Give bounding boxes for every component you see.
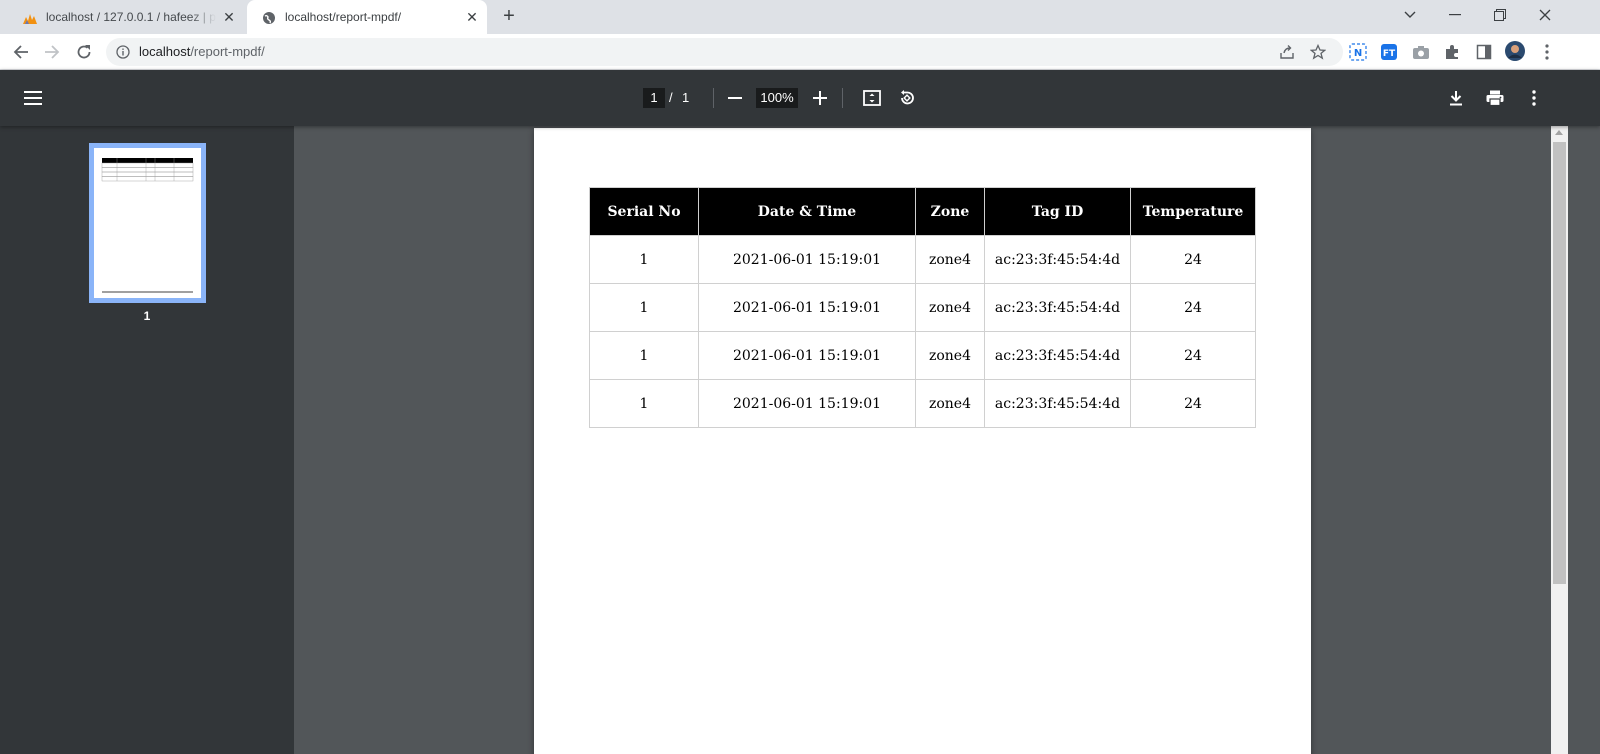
tab-strip: localhost / 127.0.0.1 / hafeez | phpMyAd…: [0, 0, 1600, 34]
close-tab-icon[interactable]: ✕: [221, 9, 237, 25]
temperature-cell: 24: [1130, 331, 1256, 380]
scrollbar-thumb[interactable]: [1553, 142, 1566, 584]
column-header-tag-id: Tag ID: [984, 187, 1131, 236]
pdf-page: Serial No Date & Time Zone Tag ID Temper…: [534, 128, 1311, 754]
sidebar-menu-icon[interactable]: [21, 86, 45, 110]
tab-search-chevron-icon[interactable]: [1395, 4, 1425, 26]
back-arrow-icon[interactable]: [9, 40, 33, 64]
tab-phpmyadmin[interactable]: localhost / 127.0.0.1 / hafeez | phpMyAd…: [8, 0, 245, 34]
new-tab-button[interactable]: +: [499, 6, 519, 27]
reload-icon[interactable]: [72, 40, 96, 64]
thumbnail-page-number: 1: [143, 309, 151, 323]
site-info-icon[interactable]: [116, 45, 130, 59]
temperature-cell: 24: [1130, 283, 1256, 332]
tab-report-mpdf[interactable]: localhost/report-mpdf/ ✕: [247, 0, 487, 34]
serial-no-cell: 1: [589, 331, 699, 380]
fit-to-page-icon[interactable]: [860, 86, 884, 110]
zoom-out-button[interactable]: [723, 86, 747, 110]
date-time-cell: 2021-06-01 15:19:01: [698, 379, 916, 428]
globe-icon: [261, 10, 277, 26]
more-options-icon[interactable]: [1522, 86, 1546, 110]
extension-ft-icon[interactable]: FT: [1379, 42, 1399, 62]
zoom-in-button[interactable]: [808, 86, 832, 110]
column-header-serial-no: Serial No: [589, 187, 699, 236]
tag-id-cell: ac:23:3f:45:54:4d: [984, 331, 1131, 380]
zone-cell: zone4: [915, 379, 985, 428]
zoom-input[interactable]: 100%: [756, 88, 798, 108]
zone-cell: zone4: [915, 235, 985, 284]
minimize-icon[interactable]: [1440, 4, 1470, 26]
print-icon[interactable]: [1483, 86, 1507, 110]
tag-id-cell: ac:23:3f:45:54:4d: [984, 235, 1131, 284]
rotate-icon[interactable]: [895, 86, 919, 110]
scroll-up-arrow-icon[interactable]: [1555, 130, 1563, 135]
column-header-temperature: Temperature: [1130, 187, 1256, 236]
tab-title: localhost / 127.0.0.1 / hafeez | phpMyAd…: [46, 10, 216, 24]
svg-text:N: N: [1354, 48, 1362, 59]
column-header-zone: Zone: [915, 187, 985, 236]
thumbnail-sidebar: 1: [0, 126, 294, 754]
table-row: 1 2021-06-01 15:19:01 zone4 ac:23:3f:45:…: [589, 331, 1256, 380]
date-time-cell: 2021-06-01 15:19:01: [698, 235, 916, 284]
serial-no-cell: 1: [589, 283, 699, 332]
tag-id-cell: ac:23:3f:45:54:4d: [984, 379, 1131, 428]
svg-text:FT: FT: [1383, 49, 1396, 59]
document-viewport[interactable]: Serial No Date & Time Zone Tag ID Temper…: [294, 126, 1600, 754]
page-number-input[interactable]: 1: [643, 88, 665, 108]
download-icon[interactable]: [1444, 86, 1468, 110]
table-row: 1 2021-06-01 15:19:01 zone4 ac:23:3f:45:…: [589, 283, 1256, 332]
camera-icon[interactable]: [1411, 42, 1431, 62]
report-table: Serial No Date & Time Zone Tag ID Temper…: [589, 187, 1256, 428]
profile-avatar[interactable]: [1505, 41, 1525, 61]
temperature-cell: 24: [1130, 235, 1256, 284]
page-separator: /: [669, 90, 673, 105]
close-window-icon[interactable]: [1530, 4, 1560, 26]
right-gutter: [1568, 126, 1600, 754]
date-time-cell: 2021-06-01 15:19:01: [698, 283, 916, 332]
extension-n-icon[interactable]: N: [1348, 42, 1368, 62]
zone-cell: zone4: [915, 283, 985, 332]
zone-cell: zone4: [915, 331, 985, 380]
temperature-cell: 24: [1130, 379, 1256, 428]
vertical-scrollbar[interactable]: [1551, 126, 1568, 754]
page-thumbnail[interactable]: [89, 143, 206, 303]
serial-no-cell: 1: [589, 235, 699, 284]
url-path: /report-mpdf/: [190, 44, 265, 59]
extensions-puzzle-icon[interactable]: [1442, 42, 1462, 62]
tag-id-cell: ac:23:3f:45:54:4d: [984, 283, 1131, 332]
column-header-date-time: Date & Time: [698, 187, 916, 236]
close-tab-icon[interactable]: ✕: [464, 9, 480, 25]
toolbar-divider: [842, 88, 843, 108]
table-row: 1 2021-06-01 15:19:01 zone4 ac:23:3f:45:…: [589, 379, 1256, 428]
tab-title: localhost/report-mpdf/: [285, 10, 402, 24]
bookmark-star-icon[interactable]: [1310, 44, 1326, 60]
toolbar-divider: [713, 88, 714, 108]
table-row: 1 2021-06-01 15:19:01 zone4 ac:23:3f:45:…: [589, 235, 1256, 284]
pdf-toolbar: 1 / 1 100%: [0, 70, 1600, 126]
url-host: localhost: [139, 44, 191, 59]
date-time-cell: 2021-06-01 15:19:01: [698, 331, 916, 380]
address-bar[interactable]: localhost/report-mpdf/: [106, 38, 1343, 66]
url-text[interactable]: localhost/report-mpdf/: [139, 45, 265, 59]
side-panel-icon[interactable]: [1474, 42, 1494, 62]
table-header-row: Serial No Date & Time Zone Tag ID Temper…: [589, 187, 1256, 236]
browser-menu-icon[interactable]: [1537, 42, 1557, 62]
share-icon[interactable]: [1279, 44, 1295, 60]
forward-arrow-icon[interactable]: [40, 40, 64, 64]
page-total: 1: [682, 90, 690, 105]
phpmyadmin-icon: [22, 10, 38, 26]
page-thumbnail-preview: [94, 148, 201, 298]
serial-no-cell: 1: [589, 379, 699, 428]
restore-icon[interactable]: [1485, 4, 1515, 26]
browser-toolbar: localhost/report-mpdf/ N FT: [0, 34, 1600, 70]
